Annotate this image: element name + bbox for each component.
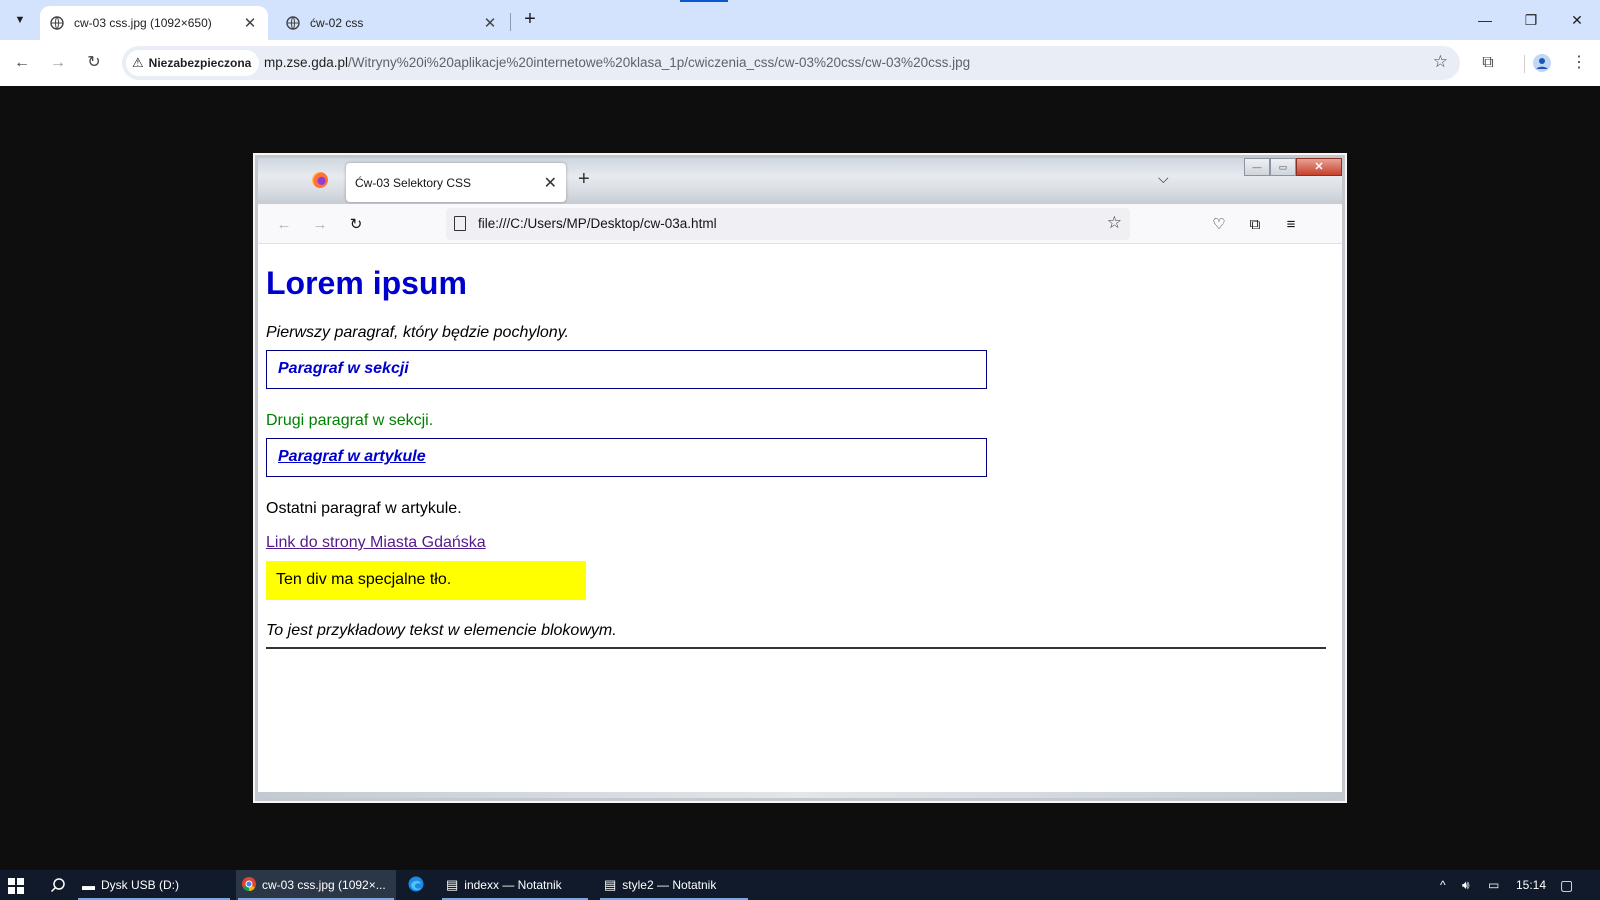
network-icon[interactable]: ▭ (1488, 870, 1499, 900)
block-text: To jest przykładowy tekst w elemencie bl… (266, 622, 617, 639)
search-icon[interactable] (44, 870, 72, 900)
tab-title: cw-03 css.jpg (1092×650) (74, 16, 212, 30)
taskbar-label: Dysk USB (D:) (101, 878, 179, 892)
firefox-window-screenshot: Ćw-03 Selektory CSS ✕ + ⌵ — ▭ ✕ ← → ↻ fi… (253, 153, 1347, 803)
security-label: Niezabezpieczona (148, 56, 252, 70)
page-icon (454, 216, 466, 231)
ff-navbar: ← → ↻ file:///C:/Users/MP/Desktop/cw-03a… (258, 204, 1342, 244)
ff-tab-active: Ćw-03 Selektory CSS ✕ (346, 163, 566, 202)
menu-dots-icon[interactable]: ⋮ (1565, 49, 1593, 77)
ff-pocket-icon: ♡ (1212, 216, 1226, 233)
taskbar-item-usb[interactable]: ▬ Dysk USB (D:) (76, 870, 232, 900)
notepad-icon: ▤ (446, 877, 459, 892)
horizontal-rule (266, 647, 1326, 649)
minimize-icon[interactable]: — (1462, 6, 1508, 34)
tab-title: ćw-02 css (310, 16, 364, 30)
tab-drag-indicator (680, 0, 728, 2)
ff-window-controls: — ▭ ✕ (1244, 158, 1342, 176)
taskbar-item-notepad-indexx[interactable]: ▤ indexx — Notatnik (440, 870, 590, 900)
address-bar[interactable]: ⚠ Niezabezpieczona mp.zse.gda.pl/Witryny… (122, 46, 1460, 80)
special-div-text: Ten div ma specjalne tło. (276, 571, 452, 588)
globe-icon (50, 16, 64, 30)
back-icon[interactable]: ← (8, 49, 36, 77)
notepad-icon: ▤ (604, 877, 617, 892)
page-heading: Lorem ipsum (266, 265, 467, 301)
close-tab-icon[interactable]: ✕ (242, 14, 258, 32)
article-paragraph: Paragraf w artykule (278, 448, 426, 465)
ff-url-bar: file:///C:/Users/MP/Desktop/cw-03a.html … (446, 208, 1130, 240)
ff-page-content: Lorem ipsum Pierwszy paragraf, który będ… (258, 245, 1342, 785)
section-paragraph-box: Paragraf w sekcji (266, 350, 987, 389)
chrome-icon (242, 876, 256, 894)
ff-bottom-frame (258, 792, 1342, 798)
special-background-div: Ten div ma specjalne tło. (266, 561, 586, 600)
chrome-tab-active[interactable]: cw-03 css.jpg (1092×650) ✕ (40, 6, 268, 40)
taskbar-item-notepad-style2[interactable]: ▤ style2 — Notatnik (598, 870, 750, 900)
taskbar-label: indexx — Notatnik (464, 878, 562, 892)
restore-icon[interactable]: ❐ (1508, 6, 1554, 34)
taskbar-label: cw-03 css.jpg (1092×... (262, 878, 386, 892)
forward-icon[interactable]: → (44, 49, 72, 77)
bookmark-star-icon[interactable]: ☆ (1433, 52, 1448, 72)
image-viewer: Ćw-03 Selektory CSS ✕ + ⌵ — ▭ ✕ ← → ↻ fi… (0, 86, 1600, 870)
windows-start-icon[interactable] (8, 878, 24, 894)
url-path: /Witryny%20i%20aplikacje%20internetowe%2… (348, 55, 971, 70)
clock-time[interactable]: 15:14 (1516, 870, 1546, 900)
volume-icon[interactable]: 🔊︎ (1462, 870, 1470, 900)
ff-close-icon: ✕ (1296, 158, 1342, 176)
toolbar-separator (1524, 55, 1525, 73)
ff-reload-icon: ↻ (349, 216, 363, 233)
gdansk-link: Link do strony Miasta Gdańska (266, 534, 486, 551)
warning-icon: ⚠ (132, 55, 144, 70)
ff-maximize-icon: ▭ (1270, 158, 1296, 176)
ff-list-tabs-icon: ⌵ (1158, 170, 1169, 186)
ff-tabbar: Ćw-03 Selektory CSS ✕ + ⌵ — ▭ ✕ (258, 158, 1342, 204)
article-paragraph-box: Paragraf w artykule (266, 438, 987, 477)
close-tab-icon[interactable]: ✕ (482, 14, 498, 32)
chrome-tab-inactive[interactable]: ćw-02 css ✕ (276, 6, 508, 40)
ff-tab-title: Ćw-03 Selektory CSS (355, 175, 472, 190)
ff-minimize-icon: — (1244, 158, 1270, 176)
ff-menu-icon: ≡ (1286, 216, 1296, 233)
reload-icon[interactable]: ↻ (80, 49, 108, 77)
tray-chevron-icon[interactable]: ^ (1440, 870, 1446, 900)
globe-icon (286, 16, 300, 30)
chrome-toolbar: ← → ↻ ⚠ Niezabezpieczona mp.zse.gda.pl/W… (0, 40, 1600, 86)
url-host: mp.zse.gda.pl (264, 55, 349, 70)
article-last-paragraph: Ostatni paragraf w artykule. (266, 500, 462, 517)
usb-drive-icon: ▬ (82, 877, 95, 893)
chrome-tabbar: ▼ cw-03 css.jpg (1092×650) ✕ ćw-02 css ✕… (0, 0, 1600, 40)
ff-back-icon: ← (276, 216, 292, 233)
section-paragraph-second: Drugi paragraf w sekcji. (266, 412, 434, 429)
ff-forward-icon: → (312, 216, 328, 233)
profile-icon[interactable] (1528, 49, 1556, 77)
url-text[interactable]: mp.zse.gda.pl/Witryny%20i%20aplikacje%20… (264, 55, 970, 70)
section-paragraph: Paragraf w sekcji (278, 360, 409, 377)
tab-search-icon[interactable]: ▼ (8, 8, 32, 32)
firefox-logo-icon (312, 172, 328, 188)
edge-icon (408, 876, 424, 895)
taskbar-item-chrome[interactable]: cw-03 css.jpg (1092×... (236, 870, 396, 900)
ff-new-tab-icon: + (578, 168, 590, 190)
ff-url-text: file:///C:/Users/MP/Desktop/cw-03a.html (478, 216, 717, 231)
notifications-icon[interactable]: ▢ (1560, 870, 1573, 900)
windows-taskbar: ▬ Dysk USB (D:) cw-03 css.jpg (1092×... … (0, 870, 1600, 900)
extensions-icon[interactable]: ⧉ (1474, 49, 1502, 77)
new-tab-icon[interactable]: + (518, 8, 542, 32)
security-chip[interactable]: ⚠ Niezabezpieczona (126, 50, 260, 76)
taskbar-label: style2 — Notatnik (622, 878, 717, 892)
ff-close-tab-icon: ✕ (543, 174, 557, 192)
close-window-icon[interactable]: ✕ (1554, 6, 1600, 34)
ff-bookmark-star-icon: ☆ (1106, 213, 1122, 232)
tab-separator (510, 13, 511, 31)
taskbar-item-edge[interactable] (402, 870, 436, 900)
paragraph-first: Pierwszy paragraf, który będzie pochylon… (266, 324, 569, 341)
ff-extensions-icon: ⧉ (1249, 216, 1261, 233)
